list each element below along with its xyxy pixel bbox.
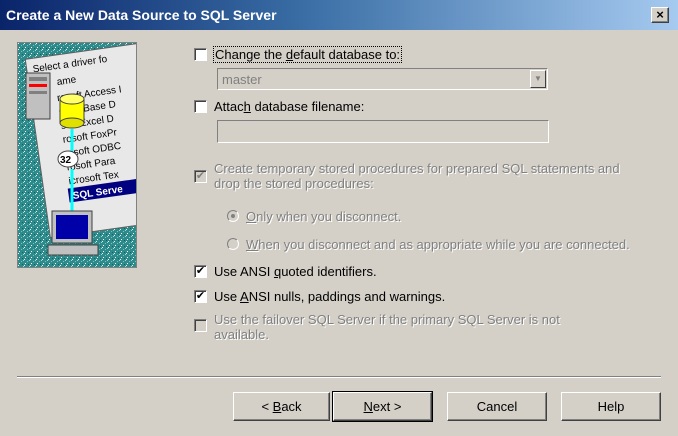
ansi-nulls-checkbox[interactable]: ✔: [194, 290, 207, 303]
change-default-db-checkbox[interactable]: [194, 48, 207, 61]
illustration-svg: Select a driver fo ame rosoft Access I s…: [18, 43, 136, 267]
computer-icon: [47, 210, 99, 256]
attach-db-label[interactable]: Attach database filename:: [214, 99, 364, 114]
change-default-db-label[interactable]: Change the default database to:: [212, 46, 403, 63]
temp-procs-label: Create temporary stored procedures for p…: [214, 161, 620, 191]
ansi-quoted-checkbox[interactable]: ✔: [194, 265, 207, 278]
back-button[interactable]: < Back: [233, 392, 330, 421]
temp-procs-checkbox: ✔: [194, 170, 207, 183]
chevron-down-icon: ▼: [530, 70, 546, 88]
button-separator: [17, 376, 661, 378]
ansi-nulls-label[interactable]: Use ANSI nulls, paddings and warnings.: [214, 289, 445, 304]
window-title: Create a New Data Source to SQL Server: [6, 7, 277, 23]
failover-label: Use the failover SQL Server if the prima…: [214, 312, 560, 342]
failover-checkbox: [194, 319, 207, 332]
next-button[interactable]: Next >: [332, 391, 433, 422]
badge-text: 32: [60, 155, 72, 166]
help-button[interactable]: Help: [561, 392, 661, 421]
default-db-value: master: [222, 72, 262, 87]
title-bar: Create a New Data Source to SQL Server ×: [0, 0, 678, 30]
database-cylinder-icon: [59, 93, 85, 129]
odbc-32-badge-icon: 32: [57, 150, 79, 168]
radio-disconnect-and-appropriate-label: When you disconnect and as appropriate w…: [246, 237, 630, 252]
radio-only-when-disconnect-label: Only when you disconnect.: [246, 209, 402, 224]
radio-only-when-disconnect: [227, 210, 239, 222]
server-tower-icon: [25, 72, 51, 120]
close-icon[interactable]: ×: [651, 7, 669, 23]
data-source-illustration: Select a driver fo ame rosoft Access I s…: [17, 42, 137, 268]
radio-selected-dot: [231, 214, 235, 218]
cancel-button[interactable]: Cancel: [447, 392, 547, 421]
default-db-combo: master ▼: [217, 68, 548, 90]
ansi-quoted-label[interactable]: Use ANSI quoted identifiers.: [214, 264, 377, 279]
attach-db-checkbox[interactable]: [194, 100, 207, 113]
attach-db-filename-field: [217, 120, 549, 143]
radio-disconnect-and-appropriate: [227, 238, 239, 250]
